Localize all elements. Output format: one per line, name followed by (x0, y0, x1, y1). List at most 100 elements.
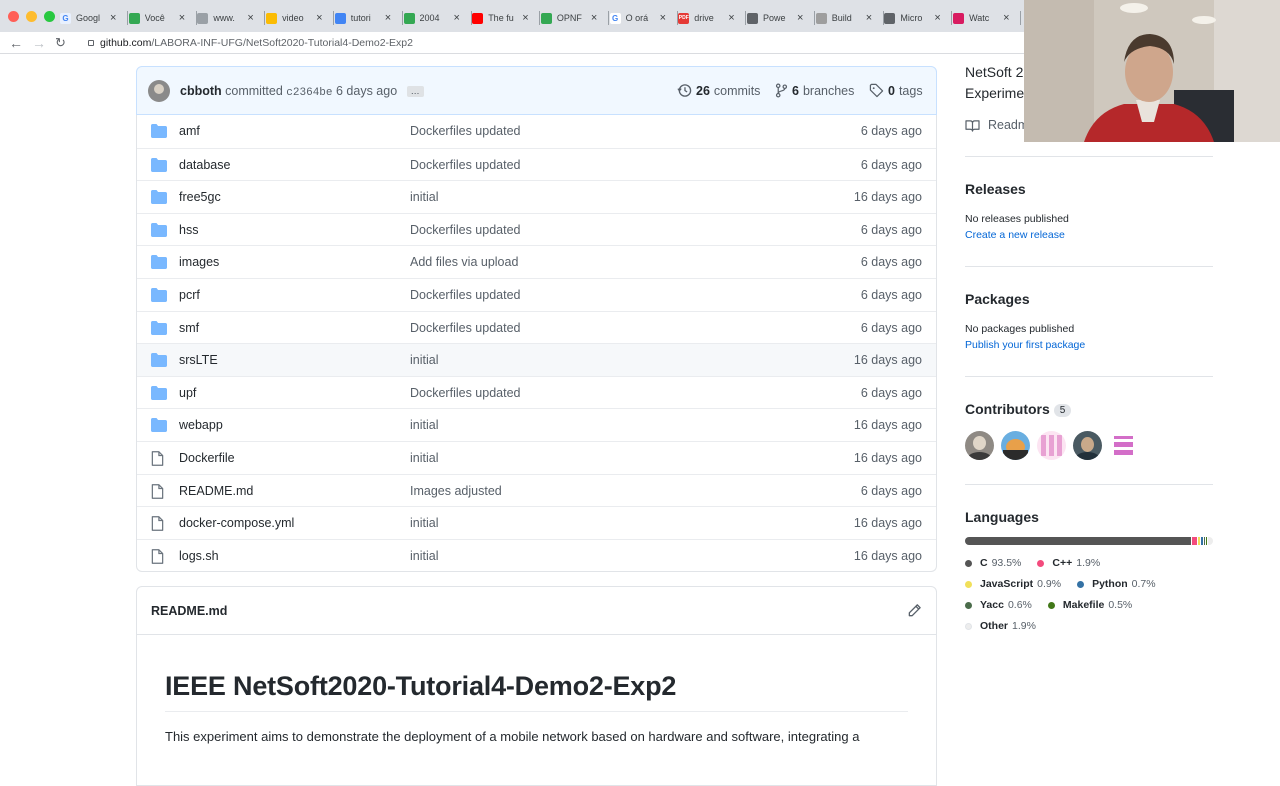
commit-message-link[interactable]: Dockerfiles updated (410, 288, 520, 302)
browser-tab[interactable]: www. × (197, 6, 266, 30)
url-field[interactable]: github.com/LABORA-INF-UFG/NetSoft2020-Tu… (100, 37, 413, 49)
file-row[interactable]: smf Dockerfiles updated 6 days ago (137, 310, 936, 344)
file-name-link[interactable]: pcrf (179, 288, 200, 302)
close-tab-icon[interactable]: × (591, 12, 597, 24)
commit-message-link[interactable]: initial (410, 190, 439, 204)
avatar[interactable] (148, 80, 170, 102)
file-name-link[interactable]: database (179, 158, 230, 172)
close-tab-icon[interactable]: × (522, 12, 528, 24)
close-tab-icon[interactable]: × (454, 12, 460, 24)
commits-link[interactable]: 26 commits (677, 83, 760, 98)
zoom-window-button[interactable] (44, 11, 55, 22)
close-tab-icon[interactable]: × (866, 12, 872, 24)
file-name-link[interactable]: hss (179, 223, 198, 237)
language-item[interactable]: Python 0.7% (1077, 578, 1156, 590)
file-row[interactable]: webapp initial 16 days ago (137, 408, 936, 441)
browser-tab[interactable]: PDF drive × (678, 6, 747, 30)
create-release-link[interactable]: Create a new release (965, 227, 1213, 243)
pencil-icon[interactable] (907, 603, 922, 618)
language-item[interactable]: C 93.5% (965, 557, 1021, 569)
avatar[interactable] (1037, 431, 1066, 460)
browser-tab[interactable]: 2004 × (403, 6, 472, 30)
language-item[interactable]: Yacc 0.6% (965, 599, 1032, 611)
commit-message-link[interactable]: initial (410, 516, 439, 530)
file-row[interactable]: logs.sh initial 16 days ago (137, 538, 936, 572)
file-name-link[interactable]: Dockerfile (179, 451, 235, 465)
commit-message-link[interactable]: Dockerfiles updated (410, 321, 520, 335)
browser-tab[interactable]: Watc × (953, 6, 1022, 30)
file-name-link[interactable]: README.md (179, 484, 253, 498)
tags-link[interactable]: 0 tags (869, 83, 923, 98)
avatar[interactable] (1073, 431, 1102, 460)
close-tab-icon[interactable]: × (247, 12, 253, 24)
file-row[interactable]: images Add files via upload 6 days ago (137, 245, 936, 278)
browser-tab[interactable]: The fu × (472, 6, 541, 30)
file-row[interactable]: amf Dockerfiles updated 6 days ago (137, 115, 936, 148)
file-name-link[interactable]: docker-compose.yml (179, 516, 294, 530)
commit-message-link[interactable]: Dockerfiles updated (410, 223, 520, 237)
file-name-link[interactable]: webapp (179, 418, 223, 432)
browser-tab[interactable]: Micro × (884, 6, 953, 30)
commit-message-link[interactable]: Dockerfiles updated (410, 386, 520, 400)
commit-expand-button[interactable]: … (406, 86, 424, 98)
contributors-title[interactable]: Contributors 5 (965, 401, 1213, 417)
close-tab-icon[interactable]: × (728, 12, 734, 24)
commit-sha[interactable]: c2364be (286, 87, 332, 99)
commit-message-link[interactable]: Images adjusted (410, 484, 502, 498)
file-row[interactable]: free5gc initial 16 days ago (137, 180, 936, 213)
file-row[interactable]: Dockerfile initial 16 days ago (137, 440, 936, 474)
file-name-link[interactable]: free5gc (179, 190, 221, 204)
avatar[interactable] (1109, 431, 1138, 460)
browser-tab[interactable]: video × (266, 6, 335, 30)
commit-message-link[interactable]: initial (410, 451, 439, 465)
avatar[interactable] (1001, 431, 1030, 460)
commit-message-link[interactable]: initial (410, 353, 439, 367)
commit-message-link[interactable]: initial (410, 549, 439, 563)
file-name-link[interactable]: images (179, 255, 219, 269)
close-tab-icon[interactable]: × (934, 12, 940, 24)
close-tab-icon[interactable]: × (385, 12, 391, 24)
file-row[interactable]: docker-compose.yml initial 16 days ago (137, 506, 936, 539)
file-name-link[interactable]: amf (179, 124, 200, 138)
branches-link[interactable]: 6 branches (775, 83, 854, 98)
close-tab-icon[interactable]: × (110, 12, 116, 24)
language-item[interactable]: Makefile 0.5% (1047, 599, 1132, 611)
file-name-link[interactable]: smf (179, 321, 199, 335)
close-tab-icon[interactable]: × (179, 12, 185, 24)
language-item[interactable]: C++ 1.9% (1037, 557, 1100, 569)
releases-title[interactable]: Releases (965, 181, 1213, 197)
file-name-link[interactable]: logs.sh (179, 549, 219, 563)
close-tab-icon[interactable]: × (316, 12, 322, 24)
forward-icon[interactable]: → (32, 36, 46, 50)
browser-tab[interactable]: tutori × (334, 6, 403, 30)
file-row[interactable]: README.md Images adjusted 6 days ago (137, 473, 936, 507)
file-row[interactable]: database Dockerfiles updated 6 days ago (137, 147, 936, 181)
back-icon[interactable]: ← (9, 36, 23, 50)
browser-tab[interactable]: G Googl × (60, 6, 128, 30)
commit-message-link[interactable]: Dockerfiles updated (410, 124, 520, 138)
commit-message-link[interactable]: initial (410, 418, 439, 432)
file-row[interactable]: pcrf Dockerfiles updated 6 days ago (137, 277, 936, 311)
file-row[interactable]: srsLTE initial 16 days ago (137, 343, 936, 376)
commit-message-link[interactable]: Add files via upload (410, 255, 518, 269)
file-name-link[interactable]: upf (179, 386, 196, 400)
language-item[interactable]: JavaScript 0.9% (965, 578, 1061, 590)
commit-author[interactable]: cbboth (180, 84, 222, 98)
close-tab-icon[interactable]: × (797, 12, 803, 24)
minimize-window-button[interactable] (26, 11, 37, 22)
close-window-button[interactable] (8, 11, 19, 22)
file-row[interactable]: hss Dockerfiles updated 6 days ago (137, 212, 936, 246)
browser-tab[interactable]: Powe × (747, 6, 815, 30)
close-tab-icon[interactable]: × (1003, 12, 1009, 24)
publish-package-link[interactable]: Publish your first package (965, 337, 1213, 353)
readme-link[interactable]: Readm (965, 118, 1028, 132)
avatar[interactable] (965, 431, 994, 460)
browser-tab[interactable]: OPNF × (540, 6, 609, 30)
commit-message-link[interactable]: Dockerfiles updated (410, 158, 520, 172)
file-row[interactable]: upf Dockerfiles updated 6 days ago (137, 375, 936, 409)
browser-tab[interactable]: Você × (128, 6, 197, 30)
browser-tab[interactable]: G O orá × (609, 6, 678, 30)
close-tab-icon[interactable]: × (660, 12, 666, 24)
language-item[interactable]: Other 1.9% (965, 620, 1036, 632)
browser-tab[interactable]: Build × (815, 6, 884, 30)
